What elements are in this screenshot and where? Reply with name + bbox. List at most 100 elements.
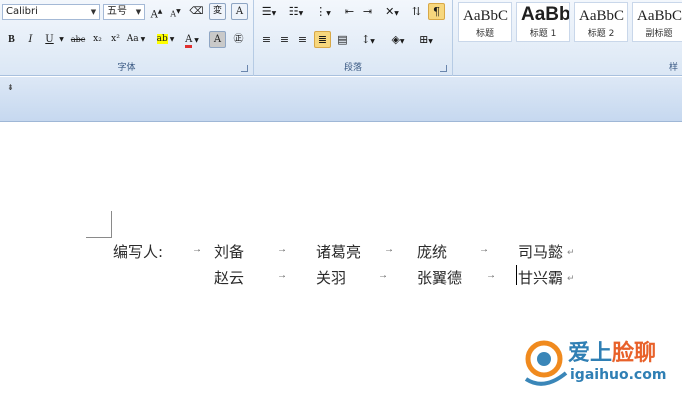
author-name: 司马懿: [518, 243, 564, 261]
align-right-icon: ≡: [297, 33, 308, 46]
multilevel-list-button[interactable]: ⋮▼: [312, 3, 334, 20]
underline-button[interactable]: U: [41, 31, 58, 48]
character-shading-icon: A: [213, 34, 222, 45]
document-page[interactable]: 编写人: → 刘备 → 诸葛亮 → 庞统 → 司马懿 ↵ 赵云 → 关羽 → 张…: [0, 123, 682, 406]
style-sample: AaBbC: [463, 8, 508, 24]
font-size-value: 五号: [107, 6, 127, 17]
font-color-button[interactable]: A ▼: [181, 31, 203, 48]
font-dialog-launcher-icon[interactable]: [241, 65, 248, 72]
borders-button[interactable]: ⊞▼: [414, 31, 438, 48]
style-heading-2[interactable]: AaBbC 标题 2: [574, 2, 628, 42]
chinese-layout-icon: ✕: [385, 5, 395, 18]
highlight-button[interactable]: ab ▼: [153, 31, 178, 48]
numbering-button[interactable]: ☷▼: [285, 3, 307, 20]
multilevel-list-icon: ⋮: [315, 5, 327, 18]
font-name-combo[interactable]: Calibri ▼: [2, 4, 100, 20]
strikethrough-button[interactable]: abc: [68, 31, 88, 48]
character-border-icon: A: [235, 6, 244, 17]
character-shading-button[interactable]: A: [209, 31, 226, 48]
sort-button[interactable]: ⇅: [408, 3, 425, 20]
superscript-button[interactable]: x²: [107, 31, 124, 48]
watermark-site: igaihuo.com: [570, 367, 667, 383]
character-border-button[interactable]: A: [231, 3, 248, 20]
tab-arrow-icon: →: [277, 244, 287, 255]
line-spacing-button[interactable]: ↕▼: [356, 31, 380, 48]
author-name: 庞统: [417, 243, 448, 261]
borders-icon: ⊞: [419, 33, 429, 46]
numbered-list-icon: ☷: [288, 5, 299, 18]
bullets-button[interactable]: ☰▼: [258, 3, 280, 20]
chevron-down-icon[interactable]: ▼: [57, 31, 66, 48]
font-group: Calibri ▼ 五号 ▼ A▲ A▼ ⌫ 変 A B I U ▼ abc x…: [0, 0, 254, 76]
paragraph-dialog-launcher-icon[interactable]: [440, 65, 447, 72]
chevron-down-icon[interactable]: ▼: [134, 6, 143, 18]
clear-format-button[interactable]: ⌫: [188, 3, 205, 20]
style-heading-1[interactable]: AaBb 标题 1: [516, 2, 570, 42]
grow-font-button[interactable]: A▲: [148, 3, 165, 20]
customize-toolbar-icon[interactable]: ⇟: [7, 83, 14, 92]
author-name: 关羽: [316, 269, 347, 287]
paragraph-mark-icon: ↵: [567, 273, 575, 283]
change-case-button[interactable]: Aa ▼: [126, 31, 146, 48]
style-title[interactable]: AaBbC 标题: [458, 2, 512, 42]
decrease-indent-icon: ⇤: [344, 5, 355, 18]
font-size-combo[interactable]: 五号 ▼: [103, 4, 145, 20]
author-name: 张翼德: [417, 269, 463, 287]
shrink-font-button[interactable]: A▼: [167, 3, 184, 20]
tab-arrow-icon: →: [486, 270, 496, 281]
paragraph-mark-icon: ↵: [567, 247, 575, 257]
italic-button[interactable]: I: [22, 31, 39, 48]
author-name: 刘备: [214, 243, 245, 261]
tab-arrow-icon: →: [384, 244, 394, 255]
chinese-layout-button[interactable]: ✕▼: [380, 3, 404, 20]
author-name: 甘兴霸: [518, 269, 564, 287]
justify-button[interactable]: ≣: [314, 31, 331, 48]
margin-corner-mark: [86, 211, 112, 238]
align-center-icon: ≡: [279, 33, 290, 46]
watermark-line2: 脸聊: [612, 341, 657, 366]
increase-indent-icon: ⇥: [362, 5, 373, 18]
paragraph-group-label: 段落: [343, 63, 362, 73]
paint-bucket-icon: ◈: [391, 33, 400, 46]
font-group-label: 字体: [117, 63, 136, 73]
underline-icon: U: [45, 34, 54, 45]
sort-icon: ⇅: [411, 5, 422, 18]
bold-button[interactable]: B: [3, 31, 20, 48]
increase-indent-button[interactable]: ⇥: [359, 3, 376, 20]
phonetic-guide-icon: 変: [212, 6, 222, 16]
shading-button[interactable]: ◈▼: [386, 31, 410, 48]
distributed-button[interactable]: ▤: [334, 31, 351, 48]
change-case-icon: Aa: [126, 34, 139, 44]
align-left-button[interactable]: ≡: [258, 31, 275, 48]
align-left-icon: ≡: [261, 33, 272, 46]
eraser-icon: ⌫: [189, 6, 204, 17]
toolbar-strip: ⇟: [0, 77, 682, 122]
align-right-button[interactable]: ≡: [294, 31, 311, 48]
tab-arrow-icon: →: [378, 270, 388, 281]
ribbon: Calibri ▼ 五号 ▼ A▲ A▼ ⌫ 変 A B I U ▼ abc x…: [0, 0, 682, 76]
superscript-icon: x²: [111, 34, 120, 44]
show-paragraph-marks-button[interactable]: ¶: [428, 3, 445, 20]
author-label: 编写人:: [113, 243, 164, 261]
align-center-button[interactable]: ≡: [276, 31, 293, 48]
italic-icon: I: [28, 34, 33, 45]
line-spacing-icon: ↕: [361, 33, 371, 46]
paragraph-group: ☰▼ ☷▼ ⋮▼ ⇤ ⇥ ✕▼ ⇅ ¶ ≡ ≡ ≡ ≣ ▤ ↕▼ ◈▼ ⊞▼ 段…: [254, 0, 453, 76]
style-name: 标题: [475, 29, 494, 39]
tab-arrow-icon: →: [277, 270, 287, 281]
bullet-list-icon: ☰: [261, 5, 272, 18]
tab-arrow-icon: →: [479, 244, 489, 255]
chevron-down-icon[interactable]: ▼: [89, 6, 98, 18]
pilcrow-icon: ¶: [433, 5, 440, 18]
grow-font-icon: A: [150, 9, 158, 21]
style-name: 标题 2: [587, 29, 615, 39]
subscript-button[interactable]: x₂: [89, 31, 106, 48]
author-name: 赵云: [214, 269, 245, 287]
style-sample: AaBbC: [579, 8, 624, 24]
enclose-character-button[interactable]: ㊣: [230, 31, 247, 48]
phonetic-guide-button[interactable]: 変: [209, 3, 226, 20]
watermark-logo: 爱上脸聊 igaihuo.com: [516, 321, 682, 406]
decrease-indent-button[interactable]: ⇤: [341, 3, 358, 20]
style-subtitle[interactable]: AaBbC 副标题: [632, 2, 682, 42]
distributed-align-icon: ▤: [337, 33, 348, 46]
